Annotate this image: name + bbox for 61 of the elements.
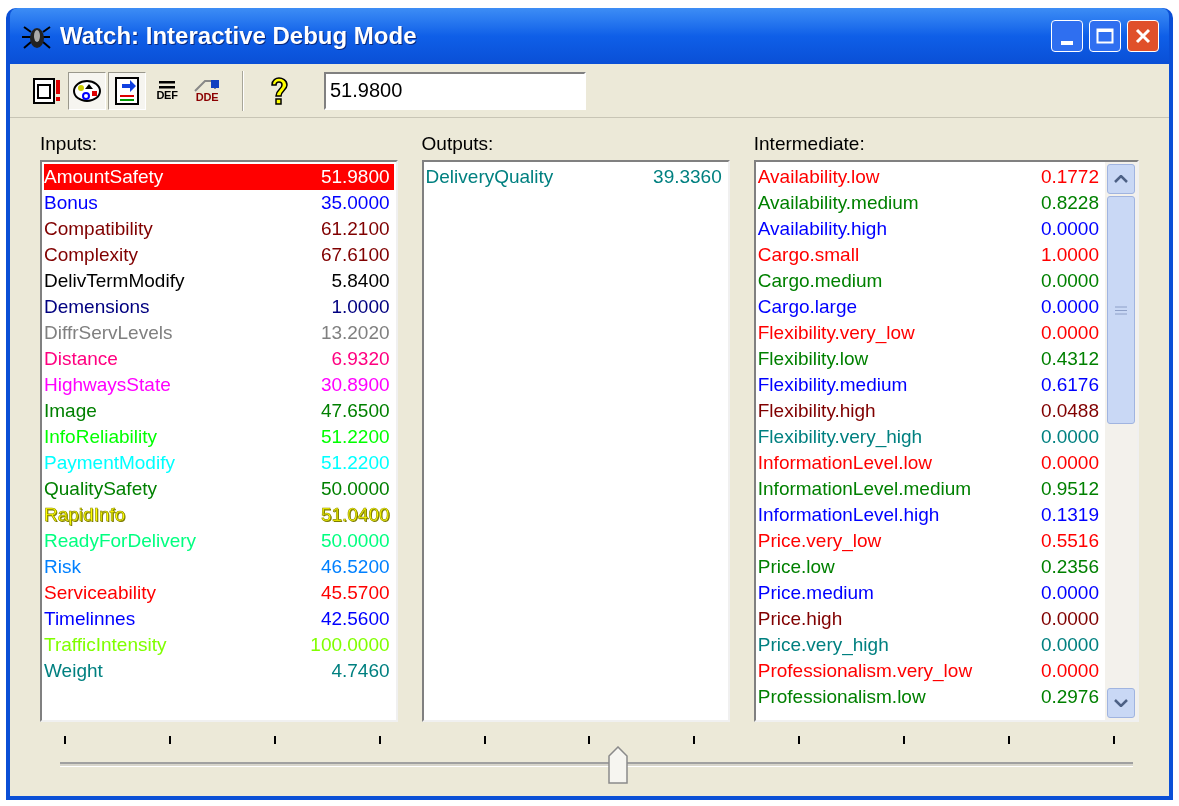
list-row[interactable]: Professionalism.very_low 0.0000 [757,658,1103,684]
list-row[interactable]: Flexibility.medium 0.6176 [757,372,1103,398]
list-row[interactable]: Weight 4.7460 [44,658,394,684]
panel-label: Intermediate: [753,132,866,156]
minimize-icon [1061,41,1073,45]
list-row[interactable]: Price.low 0.2356 [757,554,1103,580]
list-row[interactable]: Image 47.6500 [44,398,394,424]
maximize-icon [1096,28,1114,44]
panel-label: Outputs: [421,132,495,156]
value-field[interactable]: 51.9800 [324,71,586,110]
list-row[interactable]: Complexity 67.6100 [44,242,394,268]
list-row[interactable]: QualitySafety 50.0000 [44,476,394,502]
close-icon [1134,27,1152,45]
list-row[interactable]: Price.medium 0.0000 [757,580,1103,606]
list-row[interactable]: Price.very_low 0.5516 [757,528,1103,554]
window-title: Watch: Interactive Debug Mode [60,21,417,51]
panel-label: Inputs: [40,132,99,156]
list-row[interactable]: AmountSafety 51.9800 [44,164,394,190]
list-row[interactable]: DeliveryQuality 39.3360 [425,164,726,190]
scroll-down-icon [1114,699,1128,707]
list-row[interactable]: DiffrServLevels 13.2020 [44,320,394,346]
list-row[interactable]: Risk 46.5200 [44,554,394,580]
list-row[interactable]: Flexibility.high 0.0488 [757,398,1103,424]
scroll-up-icon [1114,175,1128,183]
list-row[interactable]: InformationLevel.low 0.0000 [757,450,1103,476]
list-row[interactable]: Flexibility.very_low 0.0000 [757,320,1103,346]
list-row[interactable]: Flexibility.very_high 0.0000 [757,424,1103,450]
list-row[interactable]: Timelinnes 42.5600 [44,606,394,632]
list-row[interactable]: InformationLevel.high 0.1319 [757,502,1103,528]
scrollbar[interactable] [1105,162,1137,720]
minimize-button[interactable] [1051,20,1083,52]
toolbar-button[interactable]: DEF [148,71,186,110]
list-row[interactable]: Professionalism.low 0.2976 [757,684,1103,710]
close-button[interactable] [1127,20,1159,52]
list-row[interactable]: Demensions 1.0000 [44,294,394,320]
help-icon [268,75,290,106]
list-row[interactable]: Price.very_high 0.0000 [757,632,1103,658]
toolbar-button[interactable]: DDE [188,71,226,110]
list-row[interactable]: Availability.medium 0.8228 [757,190,1103,216]
slider-thumb[interactable] [607,746,628,784]
export-document-icon [114,75,140,106]
toolbar-button[interactable] [108,71,146,110]
equals-icon [159,80,175,90]
list-row[interactable]: Cargo.small 1.0000 [757,242,1103,268]
toolbar-button[interactable] [68,71,106,110]
list-row[interactable]: Price.high 0.0000 [757,606,1103,632]
list-row[interactable]: Cargo.large 0.0000 [757,294,1103,320]
list-row[interactable]: DelivTermModify 5.8400 [44,268,394,294]
list-row[interactable]: Serviceability 45.5700 [44,580,394,606]
maximize-button[interactable] [1089,20,1121,52]
list-row[interactable]: Availability.low 0.1772 [757,164,1103,190]
list-row[interactable]: Flexibility.low 0.4312 [757,346,1103,372]
list-row[interactable]: HighwaysState 30.8900 [44,372,394,398]
list-row[interactable]: Cargo.medium 0.0000 [757,268,1103,294]
grip-icon [1115,305,1127,315]
list-row[interactable]: Compatibility 61.2100 [44,216,394,242]
list-row[interactable]: Bonus 35.0000 [44,190,394,216]
document-icon [32,75,62,106]
list-row[interactable]: Availability.high 0.0000 [757,216,1103,242]
list-row[interactable]: Distance 6.9320 [44,346,394,372]
list-row[interactable]: InformationLevel.medium 0.9512 [757,476,1103,502]
